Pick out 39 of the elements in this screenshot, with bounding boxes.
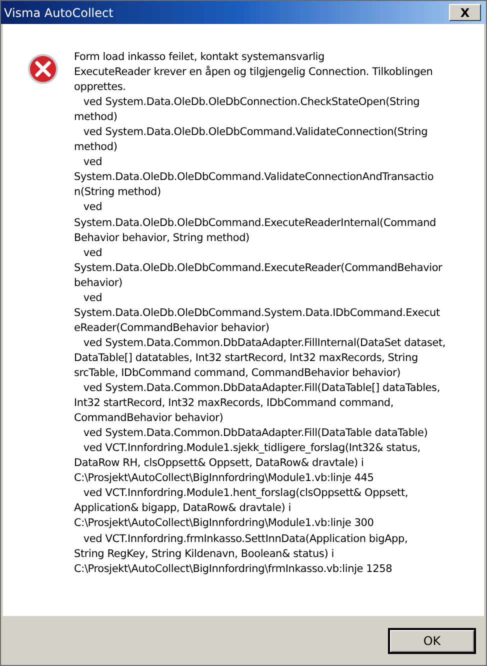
- message-line: ved System.Data.Common.DbDataAdapter.Fill(DataTable[] dataTables,: [82, 381, 440, 396]
- error-icon: [27, 53, 59, 85]
- message-line: CommandBehavior behavior): [74, 411, 224, 426]
- message-line: System.Data.OleDb.OleDbCommand.ValidateConnectionAndTransactio: [74, 170, 434, 186]
- message-line: opprettes.: [74, 80, 126, 96]
- message-line: C:\Prosjekt\AutoCollect\BigInnfordring\frmInkasso.vb:linje 1258: [74, 562, 392, 577]
- message-line: ved: [82, 290, 102, 306]
- message-line: ved VCT.Innfordring.Module1.sjekk_tidligere_forslag(Int32& status,: [82, 441, 420, 456]
- message-line: ved System.Data.OleDb.OleDbConnection.CheckStateOpen(String: [82, 95, 420, 110]
- window-title: Visma AutoCollect: [4, 4, 114, 22]
- message-line: Behavior behavior, String method): [74, 230, 250, 246]
- message-line: Application& bigapp, DataRow& dravtale) i: [74, 501, 292, 516]
- message-line: String RegKey, String Kildenavn, Boolean& status) i: [74, 546, 334, 562]
- message-line: System.Data.OleDb.OleDbCommand.ExecuteReader(CommandBehavior: [74, 260, 442, 276]
- message-line: C:\Prosjekt\AutoCollect\BigInnfordring\Module1.vb:linje 445: [74, 471, 374, 486]
- message-line: ved System.Data.OleDb.OleDbCommand.ValidateConnection(String: [82, 125, 428, 140]
- message-line: ved: [82, 246, 102, 261]
- close-button[interactable]: X: [449, 4, 481, 21]
- message-line: ved System.Data.Common.DbDataAdapter.Fill(DataTable dataTable): [82, 426, 428, 442]
- message-line: eReader(CommandBehavior behavior): [74, 320, 270, 336]
- message-line: C:\Prosjekt\AutoCollect\BigInnfordring\Module1.vb:linje 300: [74, 516, 374, 532]
- message-line: ved: [82, 200, 102, 216]
- message-line: Form load inkasso feilet, kontakt systemansvarlig: [74, 50, 324, 65]
- message-line: Int32 startRecord, Int32 maxRecords, IDbCommand command,: [74, 396, 394, 412]
- message-line: ved System.Data.Common.DbDataAdapter.FillInternal(DataSet dataset,: [82, 336, 446, 351]
- message-line: DataTable[] datatables, Int32 startRecord, Int32 maxRecords, String: [74, 350, 418, 366]
- message-line: ved VCT.Innfordring.Module1.hent_forslag(clsOppsett& Oppsett,: [82, 486, 408, 502]
- message-line: ExecuteReader krever en åpen og tilgjengelig Connection. Tilkoblingen: [74, 65, 433, 80]
- message-line: DataRow RH, clsOppsett& Oppsett, DataRow& dravtale) i: [74, 456, 364, 472]
- message-line: n(String method): [74, 185, 161, 200]
- message-line: method): [74, 110, 118, 126]
- ok-button[interactable]: OK: [388, 628, 476, 654]
- message-line: srcTable, IDbCommand command, CommandBehavior behavior): [74, 366, 401, 381]
- message-line: behavior): [74, 276, 122, 291]
- message-line: System.Data.OleDb.OleDbCommand.ExecuteReaderInternal(Command: [74, 216, 436, 231]
- message-line: method): [74, 140, 118, 156]
- message-line: ved: [82, 155, 102, 170]
- message-line: ved VCT.Innfordring.frmInkasso.SettInnData(Application bigApp,: [82, 532, 408, 546]
- message-line: System.Data.OleDb.OleDbCommand.System.Data.IDbCommand.Execut: [74, 306, 440, 321]
